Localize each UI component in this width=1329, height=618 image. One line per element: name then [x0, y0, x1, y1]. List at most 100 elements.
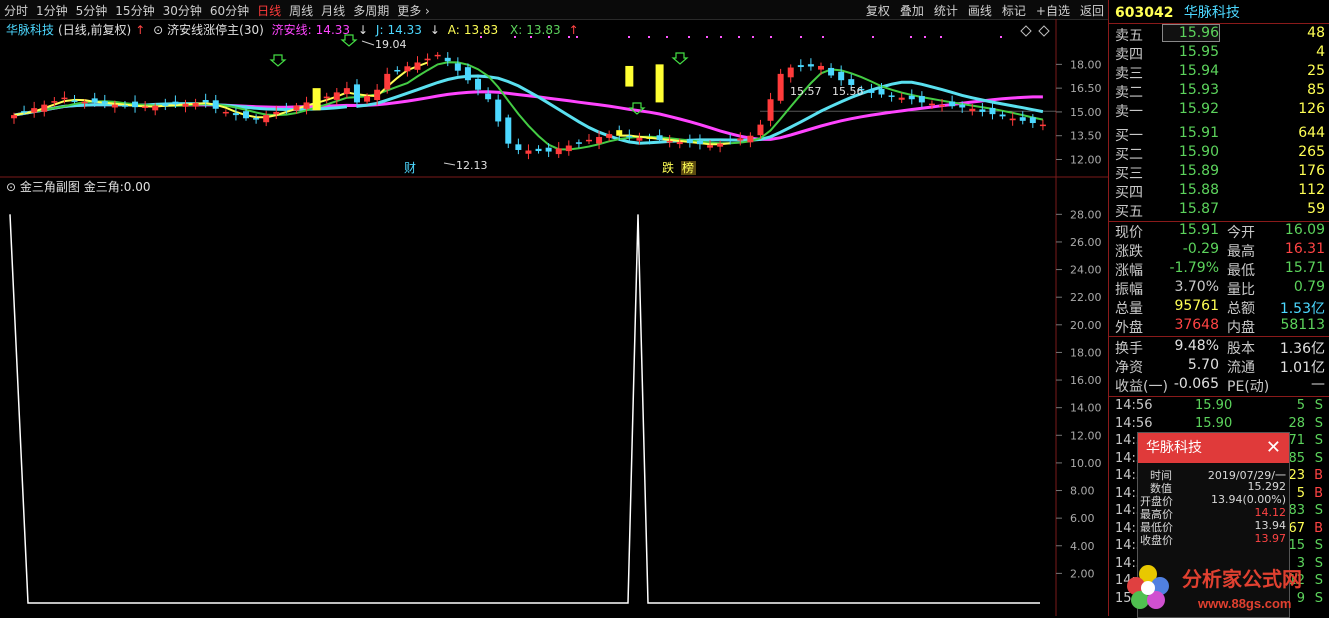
limit-up-bar	[655, 64, 664, 103]
candle-body	[596, 136, 603, 144]
sub-indicator-toggle-icon[interactable]: ⊙	[6, 180, 16, 194]
watermark-logo: 分析家公式网 www.88gs.com	[1127, 565, 1302, 611]
jinsanjiao-line	[9, 214, 1040, 604]
sell-row-label: 卖四	[1115, 47, 1143, 63]
tick-s: B	[1314, 468, 1323, 483]
tick-p: 15.90	[1195, 398, 1233, 413]
annotation-mid1: 15.57	[790, 85, 822, 98]
candle-body	[222, 111, 229, 114]
sell-row-value: 15.94	[1178, 63, 1219, 79]
tick-s: B	[1314, 485, 1323, 501]
signal-dot	[910, 36, 912, 38]
candle-body	[404, 66, 411, 72]
period-tab-9[interactable]: 多周期	[353, 2, 389, 19]
chart-tools: 复权 叠加 统计 画线 标记 +自选 返回	[866, 2, 1104, 19]
tool-button-4[interactable]: 标记	[1002, 2, 1026, 19]
sell-row-value: 15.93	[1178, 82, 1219, 98]
candle-body	[132, 101, 139, 108]
main-y-tick-label: 13.50	[1070, 130, 1102, 143]
candle-body	[454, 63, 461, 71]
tick-t: 14:56	[1115, 415, 1153, 431]
sub-chart-title[interactable]: 金三角副图	[20, 180, 80, 194]
sub-y-tick-label: 2.00	[1070, 567, 1095, 580]
tick-t: 14:56	[1115, 398, 1153, 413]
sell-row: 卖二 15.93 85	[1115, 82, 1327, 101]
tool-button-1[interactable]: 叠加	[900, 2, 924, 19]
buy-row-value: 15.87	[1178, 201, 1219, 217]
tool-button-6[interactable]: 返回	[1080, 2, 1104, 19]
popup-row: 开盘价 13.94(0.00%)	[1138, 493, 1288, 508]
buy-row-label: 买四	[1115, 185, 1143, 201]
period-tab-10[interactable]: 更多 ›	[397, 2, 430, 19]
candle-body	[928, 103, 935, 106]
stat2-row: 净资 5.70 流通 1.01亿	[1115, 357, 1327, 376]
stat-row-value-2: 58113	[1280, 317, 1325, 333]
sell-row: 卖五 15.96 48	[1115, 24, 1327, 44]
candle-body	[293, 105, 300, 111]
tick-s: S	[1314, 398, 1323, 413]
stat2-row-label: 收益(一)	[1115, 379, 1168, 395]
candle-body	[616, 130, 623, 136]
period-tab-5[interactable]: 60分钟	[210, 2, 249, 19]
period-tab-6[interactable]: 日线	[257, 2, 281, 19]
stat-row: 总量 95761 总额 1.53亿	[1115, 298, 1327, 317]
stat-row-label: 振幅	[1115, 282, 1143, 298]
stat2-row-label: 净资	[1115, 360, 1143, 376]
period-tab-3[interactable]: 15分钟	[115, 2, 154, 19]
period-tab-4[interactable]: 30分钟	[163, 2, 202, 19]
marker-label: 跌	[662, 160, 674, 175]
period-tabs: 分时 1分钟 5分钟 15分钟 30分钟 60分钟 日线 周线 月线 多周期 更多 ›	[4, 2, 430, 19]
candle-body	[545, 147, 552, 152]
candle-body	[61, 97, 68, 100]
period-tab-2[interactable]: 5分钟	[76, 2, 108, 19]
tool-button-2[interactable]: 统计	[934, 2, 958, 19]
sub-y-tick-label: 10.00	[1070, 457, 1102, 470]
candle-body	[515, 144, 522, 150]
tick-s: S	[1314, 503, 1323, 518]
tool-button-5[interactable]: +自选	[1036, 2, 1070, 19]
signal-dot	[872, 36, 874, 38]
sell-row-value-2: 85	[1307, 82, 1325, 98]
candle-body	[767, 99, 774, 121]
period-tab-8[interactable]: 月线	[321, 2, 345, 19]
tool-button-0[interactable]: 复权	[866, 2, 890, 19]
candle-body	[999, 114, 1006, 117]
candle-body	[585, 139, 592, 142]
candle-body	[495, 99, 502, 122]
candle-body	[172, 101, 179, 105]
candle-body	[162, 104, 169, 106]
signal-dot	[752, 36, 754, 38]
candle-body	[444, 57, 451, 62]
popup-header: 华脉科技 ✕	[1138, 433, 1289, 463]
sub-y-tick-label: 6.00	[1070, 512, 1095, 525]
stat-row-value: 37648	[1174, 317, 1219, 333]
period-tab-7[interactable]: 周线	[289, 2, 313, 19]
signal-dot	[800, 36, 802, 38]
candle-body	[434, 54, 441, 57]
stat-row-value: 95761	[1174, 298, 1219, 314]
kline-chart[interactable]: 18.00 16.50 15.00 13.50 12.00 19.04 12.13 15.57…	[0, 19, 1108, 616]
stat-row-value: -1.79%	[1169, 260, 1219, 276]
candle-body	[253, 118, 260, 120]
annotation-pointer	[443, 162, 456, 166]
stat-row-label: 现价	[1115, 225, 1143, 241]
period-tab-0[interactable]: 分时	[4, 2, 28, 19]
buy-row: 买四 15.88 112	[1115, 182, 1327, 201]
main-y-tick-label: 18.00	[1070, 58, 1102, 71]
stat2-row-value-2: 1.01亿	[1279, 360, 1325, 376]
candle-body	[676, 142, 683, 145]
signal-dot	[568, 36, 570, 38]
close-icon[interactable]: ✕	[1266, 433, 1281, 463]
signal-dot	[530, 36, 532, 38]
tick-q: 67	[1288, 520, 1305, 536]
period-tab-1[interactable]: 1分钟	[36, 2, 68, 19]
candle-body	[485, 93, 492, 100]
sub-y-tick-label: 8.00	[1070, 485, 1095, 498]
stat2-row-label-2: 股本	[1227, 341, 1255, 357]
tick-q: 28	[1288, 415, 1305, 431]
buy-row-label: 买二	[1115, 147, 1143, 163]
signal-dot	[514, 36, 516, 38]
candle-body	[918, 96, 925, 103]
sub-y-tick-label: 14.00	[1070, 402, 1102, 415]
tool-button-3[interactable]: 画线	[968, 2, 992, 19]
